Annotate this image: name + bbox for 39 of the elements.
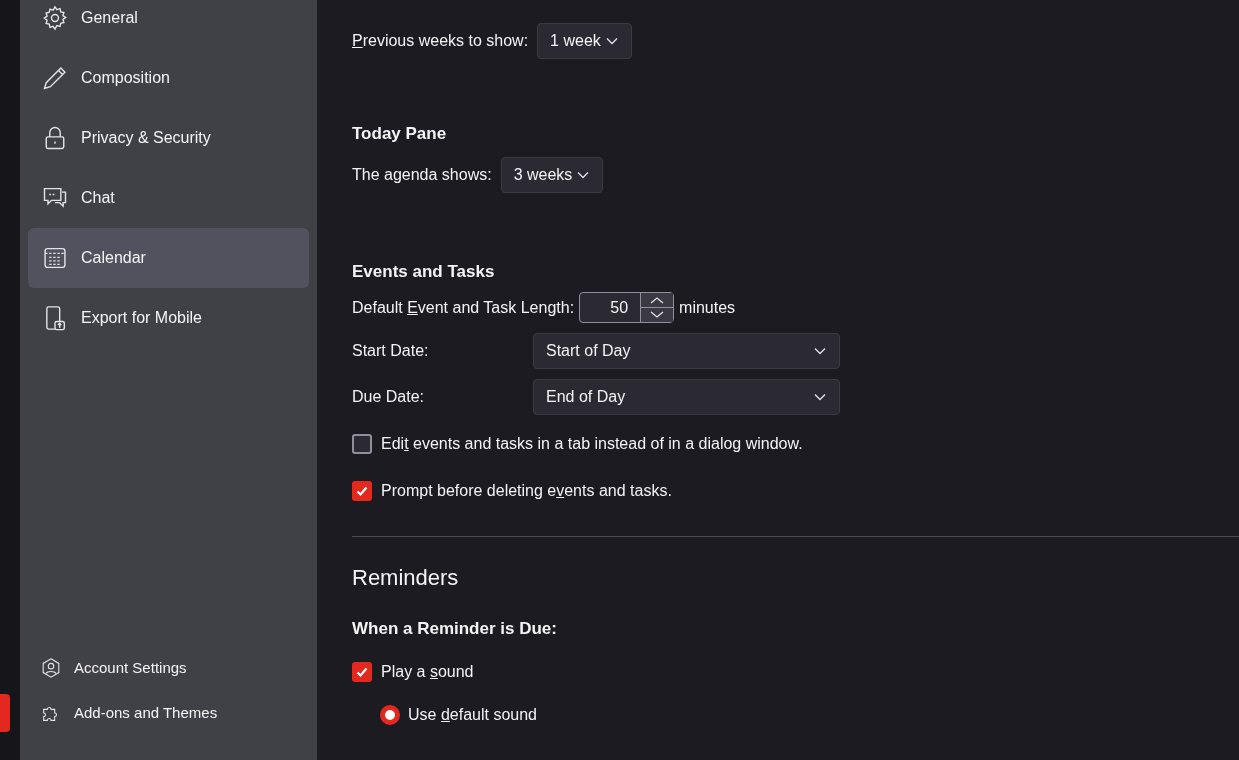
checkbox[interactable] (352, 661, 372, 682)
gear-icon (41, 4, 69, 32)
field-label: Due Date: (352, 387, 426, 407)
radio-label: Use default sound (408, 704, 537, 725)
sidebar-item[interactable]: Calendar (28, 228, 309, 288)
checkbox-label: Play a sound (381, 661, 474, 682)
section-title: Reminders (352, 564, 460, 592)
sidebar-item[interactable]: Export for Mobile (28, 288, 309, 348)
checkmark-icon (355, 484, 369, 498)
field-label: Start Date: (352, 341, 430, 361)
section-heading: When a Reminder is Due: (352, 618, 558, 640)
sidebar-link[interactable]: Account Settings (40, 657, 309, 680)
checkbox-label: Prompt before deleting events and tasks. (381, 481, 672, 501)
field-label: The agenda shows: (352, 164, 492, 185)
section-heading: Events and Tasks (352, 260, 496, 283)
chevron-down-icon (813, 346, 827, 356)
number-field[interactable]: 50 (579, 292, 675, 323)
sidebar-item[interactable]: Composition (28, 48, 309, 108)
account-icon (40, 657, 62, 680)
dropdown[interactable]: End of Day (533, 379, 840, 415)
section-heading: Today Pane (352, 123, 448, 145)
dropdown[interactable]: Start of Day (533, 333, 840, 369)
sidebar-item[interactable]: Privacy & Security (28, 108, 309, 168)
sidebar-item[interactable]: General (28, 0, 309, 48)
chevron-down-icon (576, 169, 591, 180)
chevron-down-icon (813, 392, 827, 402)
dropdown[interactable]: 3 weeks (500, 156, 604, 193)
dropdown[interactable]: 1 week (537, 23, 632, 59)
sidebar-item[interactable]: Chat (28, 168, 309, 228)
unit-label: minutes (679, 297, 736, 318)
pencil-icon (41, 64, 69, 92)
radio-button[interactable] (380, 704, 400, 725)
field-label: Default Event and Task Length: (352, 297, 575, 318)
sidebar-link[interactable]: Add-ons and Themes (40, 701, 309, 724)
field-label: Previous weeks to show: (352, 31, 529, 51)
checkbox[interactable] (352, 481, 372, 501)
chevron-down-icon (604, 36, 619, 46)
checkbox-label: Edit events and tasks in a tab instead of in a dialog window. (381, 434, 803, 454)
checkbox[interactable] (352, 434, 372, 454)
